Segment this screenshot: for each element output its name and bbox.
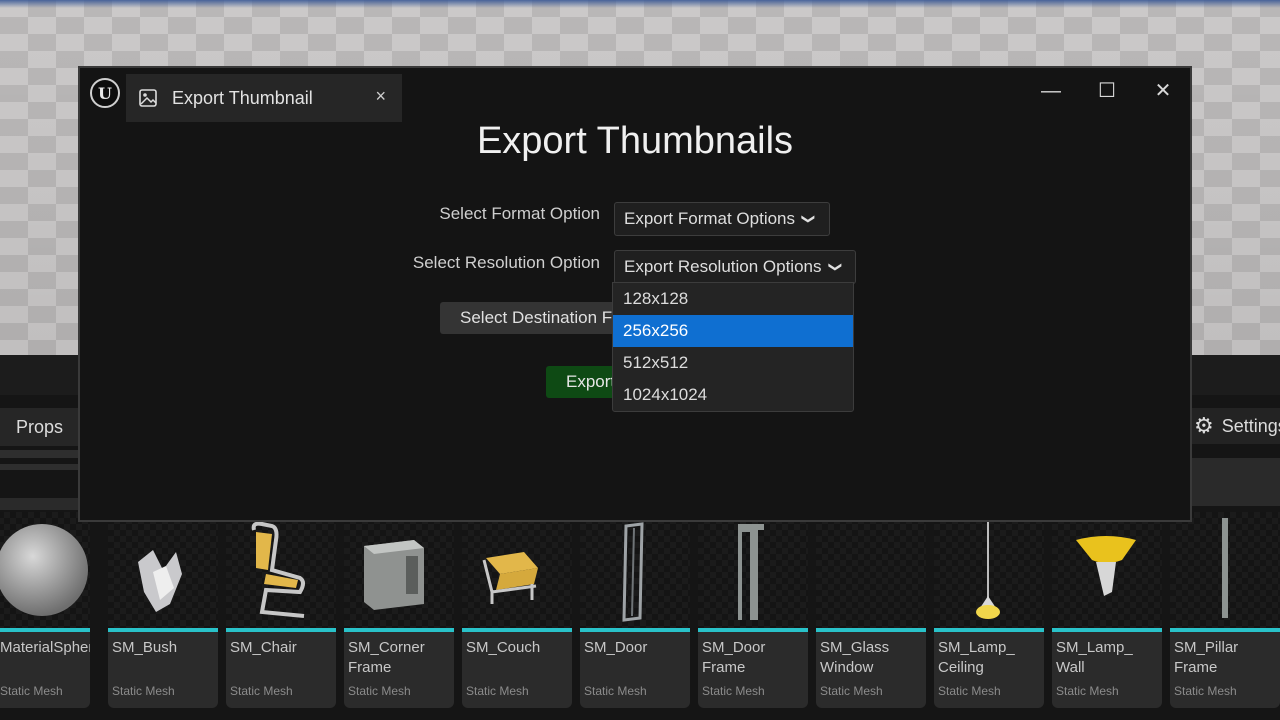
asset-tile[interactable]: MaterialSphere Static Mesh xyxy=(0,512,90,708)
asset-thumbnail xyxy=(226,512,336,628)
props-tab[interactable]: Props xyxy=(0,408,78,446)
asset-thumbnail xyxy=(344,512,454,628)
asset-name: SM_Corner Frame xyxy=(348,639,425,676)
asset-tile[interactable]: SM_Lamp_ Ceiling Static Mesh xyxy=(934,512,1044,708)
door-frame-thumbnail-icon xyxy=(738,524,764,620)
couch-thumbnail-icon xyxy=(482,552,538,604)
settings-label: Settings xyxy=(1221,415,1280,436)
close-window-button[interactable]: ✕ xyxy=(1148,78,1178,104)
ceiling-lamp-thumbnail-icon xyxy=(976,522,1000,619)
tab-label: Export Thumbnail xyxy=(172,87,313,108)
asset-type: Static Mesh xyxy=(112,684,175,698)
image-icon xyxy=(139,89,157,107)
format-dropdown-value: Export Format Options xyxy=(624,209,796,228)
asset-type: Static Mesh xyxy=(230,684,293,698)
asset-thumbnail xyxy=(580,512,690,628)
wall-lamp-thumbnail-icon xyxy=(1076,536,1136,596)
resolution-option[interactable]: 512x512 xyxy=(613,347,853,379)
asset-type: Static Mesh xyxy=(820,684,883,698)
sphere-thumbnail-icon xyxy=(0,524,88,616)
asset-grid: MaterialSphere Static Mesh SM_Bush Stati… xyxy=(0,512,1280,720)
settings-button[interactable]: ⚙ Settings xyxy=(1192,408,1280,444)
asset-thumbnail xyxy=(1052,512,1162,628)
format-dropdown[interactable]: Export Format Options ❯ xyxy=(614,202,830,236)
format-label: Select Format Option xyxy=(439,204,600,223)
resolution-dropdown-value: Export Resolution Options xyxy=(624,257,822,276)
door-thumbnail-icon xyxy=(622,522,644,622)
resolution-option[interactable]: 1024x1024 xyxy=(613,379,853,411)
resolution-dropdown[interactable]: Export Resolution Options ❯ xyxy=(614,250,856,284)
filter-bar xyxy=(0,450,78,458)
asset-tile[interactable]: SM_Door Frame Static Mesh xyxy=(698,512,808,708)
asset-type: Static Mesh xyxy=(702,684,765,698)
resolution-option[interactable]: 128x128 xyxy=(613,283,853,315)
asset-name: SM_Pillar Frame xyxy=(1174,639,1239,676)
asset-type: Static Mesh xyxy=(1056,684,1119,698)
bush-thumbnail-icon xyxy=(138,550,182,612)
filter-bar-secondary xyxy=(0,464,78,470)
search-area xyxy=(1192,458,1280,506)
asset-name: SM_Chair xyxy=(230,639,297,656)
asset-type: Static Mesh xyxy=(348,684,411,698)
resolution-options-list: 128x128 256x256 512x512 1024x1024 xyxy=(612,282,854,412)
chevron-down-icon: ❯ xyxy=(827,261,843,273)
unreal-logo-icon: U xyxy=(90,78,120,108)
page-title: Export Thumbnails xyxy=(476,120,794,162)
asset-name: SM_Lamp_ Ceiling xyxy=(938,639,1015,676)
asset-tile[interactable]: SM_Door Static Mesh xyxy=(580,512,690,708)
asset-thumbnail xyxy=(1170,512,1280,628)
asset-name: SM_Glass Window xyxy=(820,639,890,676)
asset-type: Static Mesh xyxy=(1174,684,1237,698)
asset-thumbnail xyxy=(934,512,1044,628)
asset-thumbnail xyxy=(108,512,218,628)
asset-tile[interactable]: SM_Pillar Frame Static Mesh xyxy=(1170,512,1280,708)
minimize-button[interactable]: — xyxy=(1036,78,1066,104)
tab-export-thumbnail[interactable]: Export Thumbnail × xyxy=(126,74,402,122)
asset-thumbnail xyxy=(816,512,926,628)
tab-close-icon[interactable]: × xyxy=(375,86,386,107)
asset-name: SM_Door xyxy=(584,639,648,656)
pillar-frame-thumbnail-icon xyxy=(1222,518,1228,618)
chair-thumbnail-icon xyxy=(251,521,305,618)
asset-tile[interactable]: SM_Bush Static Mesh xyxy=(108,512,218,708)
asset-name: SM_Couch xyxy=(466,639,541,656)
asset-tile[interactable]: SM_Glass Window Static Mesh xyxy=(816,512,926,708)
asset-type: Static Mesh xyxy=(938,684,1001,698)
asset-tile[interactable]: SM_Chair Static Mesh xyxy=(226,512,336,708)
asset-name: SM_Bush xyxy=(112,639,178,656)
asset-thumbnail xyxy=(462,512,572,628)
resolution-option-selected[interactable]: 256x256 xyxy=(613,315,853,347)
select-destination-button[interactable]: Select Destination Folder xyxy=(440,302,620,334)
asset-type: Static Mesh xyxy=(0,684,63,698)
asset-thumbnail xyxy=(698,512,808,628)
asset-name: SM_Door Frame xyxy=(702,639,766,676)
props-tab-label: Props xyxy=(16,416,64,437)
asset-name: MaterialSphere xyxy=(0,639,90,656)
resolution-label: Select Resolution Option xyxy=(412,253,600,272)
asset-thumbnail xyxy=(0,512,90,628)
gear-icon: ⚙ xyxy=(1194,413,1214,438)
chevron-down-icon: ❯ xyxy=(801,213,817,225)
asset-tile[interactable]: SM_Couch Static Mesh xyxy=(462,512,572,708)
asset-type: Static Mesh xyxy=(584,684,647,698)
asset-type: Static Mesh xyxy=(466,684,529,698)
asset-tile[interactable]: SM_Lamp_ Wall Static Mesh xyxy=(1052,512,1162,708)
maximize-button[interactable]: ☐ xyxy=(1092,78,1122,104)
path-bar xyxy=(0,498,78,510)
asset-name: SM_Lamp_ Wall xyxy=(1056,639,1133,676)
asset-tile[interactable]: SM_Corner Frame Static Mesh xyxy=(344,512,454,708)
corner-frame-thumbnail-icon xyxy=(364,540,424,610)
